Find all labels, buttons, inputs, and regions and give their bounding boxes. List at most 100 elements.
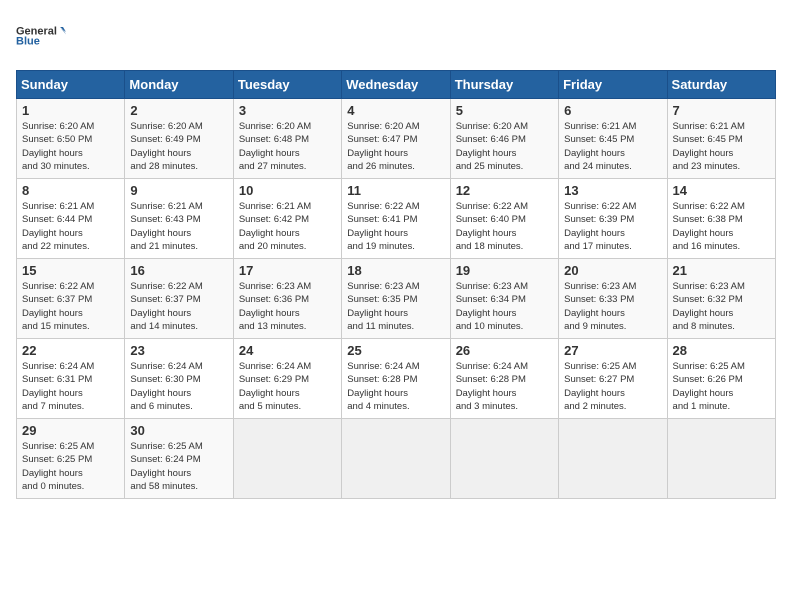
day-info: Sunrise: 6:21 AMSunset: 6:45 PMDaylight … xyxy=(564,120,661,173)
day-info: Sunrise: 6:20 AMSunset: 6:48 PMDaylight … xyxy=(239,120,336,173)
day-number: 10 xyxy=(239,183,336,198)
calendar-week: 1 Sunrise: 6:20 AMSunset: 6:50 PMDaylight… xyxy=(17,99,776,179)
page-header: General Blue xyxy=(16,16,776,58)
calendar-day xyxy=(342,419,450,499)
day-info: Sunrise: 6:23 AMSunset: 6:34 PMDaylight … xyxy=(456,280,553,333)
day-info: Sunrise: 6:24 AMSunset: 6:30 PMDaylight … xyxy=(130,360,227,413)
day-info: Sunrise: 6:20 AMSunset: 6:47 PMDaylight … xyxy=(347,120,444,173)
calendar-day: 19 Sunrise: 6:23 AMSunset: 6:34 PMDayligh… xyxy=(450,259,558,339)
day-number: 8 xyxy=(22,183,119,198)
day-info: Sunrise: 6:22 AMSunset: 6:41 PMDaylight … xyxy=(347,200,444,253)
logo: General Blue xyxy=(16,16,66,58)
day-number: 27 xyxy=(564,343,661,358)
calendar-day: 16 Sunrise: 6:22 AMSunset: 6:37 PMDayligh… xyxy=(125,259,233,339)
header-row: SundayMondayTuesdayWednesdayThursdayFrid… xyxy=(17,71,776,99)
day-number: 28 xyxy=(673,343,770,358)
calendar-day: 25Sunrise: 6:24 AMSunset: 6:28 PMDayligh… xyxy=(342,339,450,419)
day-info: Sunrise: 6:23 AMSunset: 6:35 PMDaylight … xyxy=(347,280,444,333)
calendar-day: 17Sunrise: 6:23 AMSunset: 6:36 PMDayligh… xyxy=(233,259,341,339)
day-number: 5 xyxy=(456,103,553,118)
day-number: 11 xyxy=(347,183,444,198)
calendar-table: SundayMondayTuesdayWednesdayThursdayFrid… xyxy=(16,70,776,499)
calendar-day: 12 Sunrise: 6:22 AMSunset: 6:40 PMDayligh… xyxy=(450,179,558,259)
calendar-week: 15 Sunrise: 6:22 AMSunset: 6:37 PMDayligh… xyxy=(17,259,776,339)
calendar-day: 7 Sunrise: 6:21 AMSunset: 6:45 PMDaylight… xyxy=(667,99,775,179)
day-info: Sunrise: 6:21 AMSunset: 6:43 PMDaylight … xyxy=(130,200,227,253)
calendar-day: 14 Sunrise: 6:22 AMSunset: 6:38 PMDayligh… xyxy=(667,179,775,259)
day-number: 19 xyxy=(456,263,553,278)
day-info: Sunrise: 6:25 AMSunset: 6:24 PMDaylight … xyxy=(130,440,227,493)
calendar-week: 22 Sunrise: 6:24 AMSunset: 6:31 PMDayligh… xyxy=(17,339,776,419)
calendar-day: 15 Sunrise: 6:22 AMSunset: 6:37 PMDayligh… xyxy=(17,259,125,339)
day-info: Sunrise: 6:25 AMSunset: 6:27 PMDaylight … xyxy=(564,360,661,413)
calendar-day: 21 Sunrise: 6:23 AMSunset: 6:32 PMDayligh… xyxy=(667,259,775,339)
day-info: Sunrise: 6:24 AMSunset: 6:31 PMDaylight … xyxy=(22,360,119,413)
day-number: 12 xyxy=(456,183,553,198)
day-info: Sunrise: 6:21 AMSunset: 6:44 PMDaylight … xyxy=(22,200,119,253)
calendar-day: 6Sunrise: 6:21 AMSunset: 6:45 PMDaylight… xyxy=(559,99,667,179)
day-number: 2 xyxy=(130,103,227,118)
logo-svg: General Blue xyxy=(16,16,66,58)
day-number: 9 xyxy=(130,183,227,198)
calendar-day: 11 Sunrise: 6:22 AMSunset: 6:41 PMDayligh… xyxy=(342,179,450,259)
day-number: 1 xyxy=(22,103,119,118)
day-info: Sunrise: 6:20 AMSunset: 6:46 PMDaylight … xyxy=(456,120,553,173)
calendar-day: 3Sunrise: 6:20 AMSunset: 6:48 PMDaylight… xyxy=(233,99,341,179)
day-number: 14 xyxy=(673,183,770,198)
day-info: Sunrise: 6:21 AMSunset: 6:45 PMDaylight … xyxy=(673,120,770,173)
calendar-day: 4Sunrise: 6:20 AMSunset: 6:47 PMDaylight… xyxy=(342,99,450,179)
day-info: Sunrise: 6:25 AMSunset: 6:25 PMDaylight … xyxy=(22,440,119,493)
weekday-header: Saturday xyxy=(667,71,775,99)
calendar-day xyxy=(233,419,341,499)
day-number: 20 xyxy=(564,263,661,278)
day-number: 7 xyxy=(673,103,770,118)
day-number: 26 xyxy=(456,343,553,358)
day-number: 25 xyxy=(347,343,444,358)
calendar-day xyxy=(667,419,775,499)
day-info: Sunrise: 6:20 AMSunset: 6:50 PMDaylight … xyxy=(22,120,119,173)
weekday-header: Monday xyxy=(125,71,233,99)
day-info: Sunrise: 6:24 AMSunset: 6:28 PMDaylight … xyxy=(456,360,553,413)
day-info: Sunrise: 6:22 AMSunset: 6:40 PMDaylight … xyxy=(456,200,553,253)
weekday-header: Thursday xyxy=(450,71,558,99)
svg-text:Blue: Blue xyxy=(16,36,40,48)
calendar-day: 22 Sunrise: 6:24 AMSunset: 6:31 PMDayligh… xyxy=(17,339,125,419)
calendar-week: 8 Sunrise: 6:21 AMSunset: 6:44 PMDaylight… xyxy=(17,179,776,259)
weekday-header: Wednesday xyxy=(342,71,450,99)
day-number: 30 xyxy=(130,423,227,438)
day-info: Sunrise: 6:22 AMSunset: 6:37 PMDaylight … xyxy=(130,280,227,333)
calendar-day: 8 Sunrise: 6:21 AMSunset: 6:44 PMDaylight… xyxy=(17,179,125,259)
calendar-day: 29 Sunrise: 6:25 AMSunset: 6:25 PMDayligh… xyxy=(17,419,125,499)
day-number: 24 xyxy=(239,343,336,358)
calendar-day: 10 Sunrise: 6:21 AMSunset: 6:42 PMDayligh… xyxy=(233,179,341,259)
day-number: 15 xyxy=(22,263,119,278)
weekday-header: Tuesday xyxy=(233,71,341,99)
day-number: 22 xyxy=(22,343,119,358)
calendar-day xyxy=(559,419,667,499)
calendar-day: 5 Sunrise: 6:20 AMSunset: 6:46 PMDaylight… xyxy=(450,99,558,179)
day-info: Sunrise: 6:23 AMSunset: 6:32 PMDaylight … xyxy=(673,280,770,333)
calendar-day: 2Sunrise: 6:20 AMSunset: 6:49 PMDaylight… xyxy=(125,99,233,179)
day-number: 13 xyxy=(564,183,661,198)
day-number: 16 xyxy=(130,263,227,278)
weekday-header: Sunday xyxy=(17,71,125,99)
day-info: Sunrise: 6:22 AMSunset: 6:38 PMDaylight … xyxy=(673,200,770,253)
day-info: Sunrise: 6:22 AMSunset: 6:39 PMDaylight … xyxy=(564,200,661,253)
weekday-header: Friday xyxy=(559,71,667,99)
calendar-day: 27 Sunrise: 6:25 AMSunset: 6:27 PMDayligh… xyxy=(559,339,667,419)
day-info: Sunrise: 6:23 AMSunset: 6:33 PMDaylight … xyxy=(564,280,661,333)
calendar-day: 23Sunrise: 6:24 AMSunset: 6:30 PMDayligh… xyxy=(125,339,233,419)
day-info: Sunrise: 6:24 AMSunset: 6:29 PMDaylight … xyxy=(239,360,336,413)
calendar-week: 29 Sunrise: 6:25 AMSunset: 6:25 PMDayligh… xyxy=(17,419,776,499)
calendar-day: 20 Sunrise: 6:23 AMSunset: 6:33 PMDayligh… xyxy=(559,259,667,339)
day-info: Sunrise: 6:22 AMSunset: 6:37 PMDaylight … xyxy=(22,280,119,333)
calendar-day: 26 Sunrise: 6:24 AMSunset: 6:28 PMDayligh… xyxy=(450,339,558,419)
day-number: 21 xyxy=(673,263,770,278)
calendar-day: 30 Sunrise: 6:25 AMSunset: 6:24 PMDayligh… xyxy=(125,419,233,499)
day-info: Sunrise: 6:21 AMSunset: 6:42 PMDaylight … xyxy=(239,200,336,253)
calendar-day xyxy=(450,419,558,499)
calendar-day: 13 Sunrise: 6:22 AMSunset: 6:39 PMDayligh… xyxy=(559,179,667,259)
day-number: 29 xyxy=(22,423,119,438)
day-number: 18 xyxy=(347,263,444,278)
calendar-day: 18 Sunrise: 6:23 AMSunset: 6:35 PMDayligh… xyxy=(342,259,450,339)
